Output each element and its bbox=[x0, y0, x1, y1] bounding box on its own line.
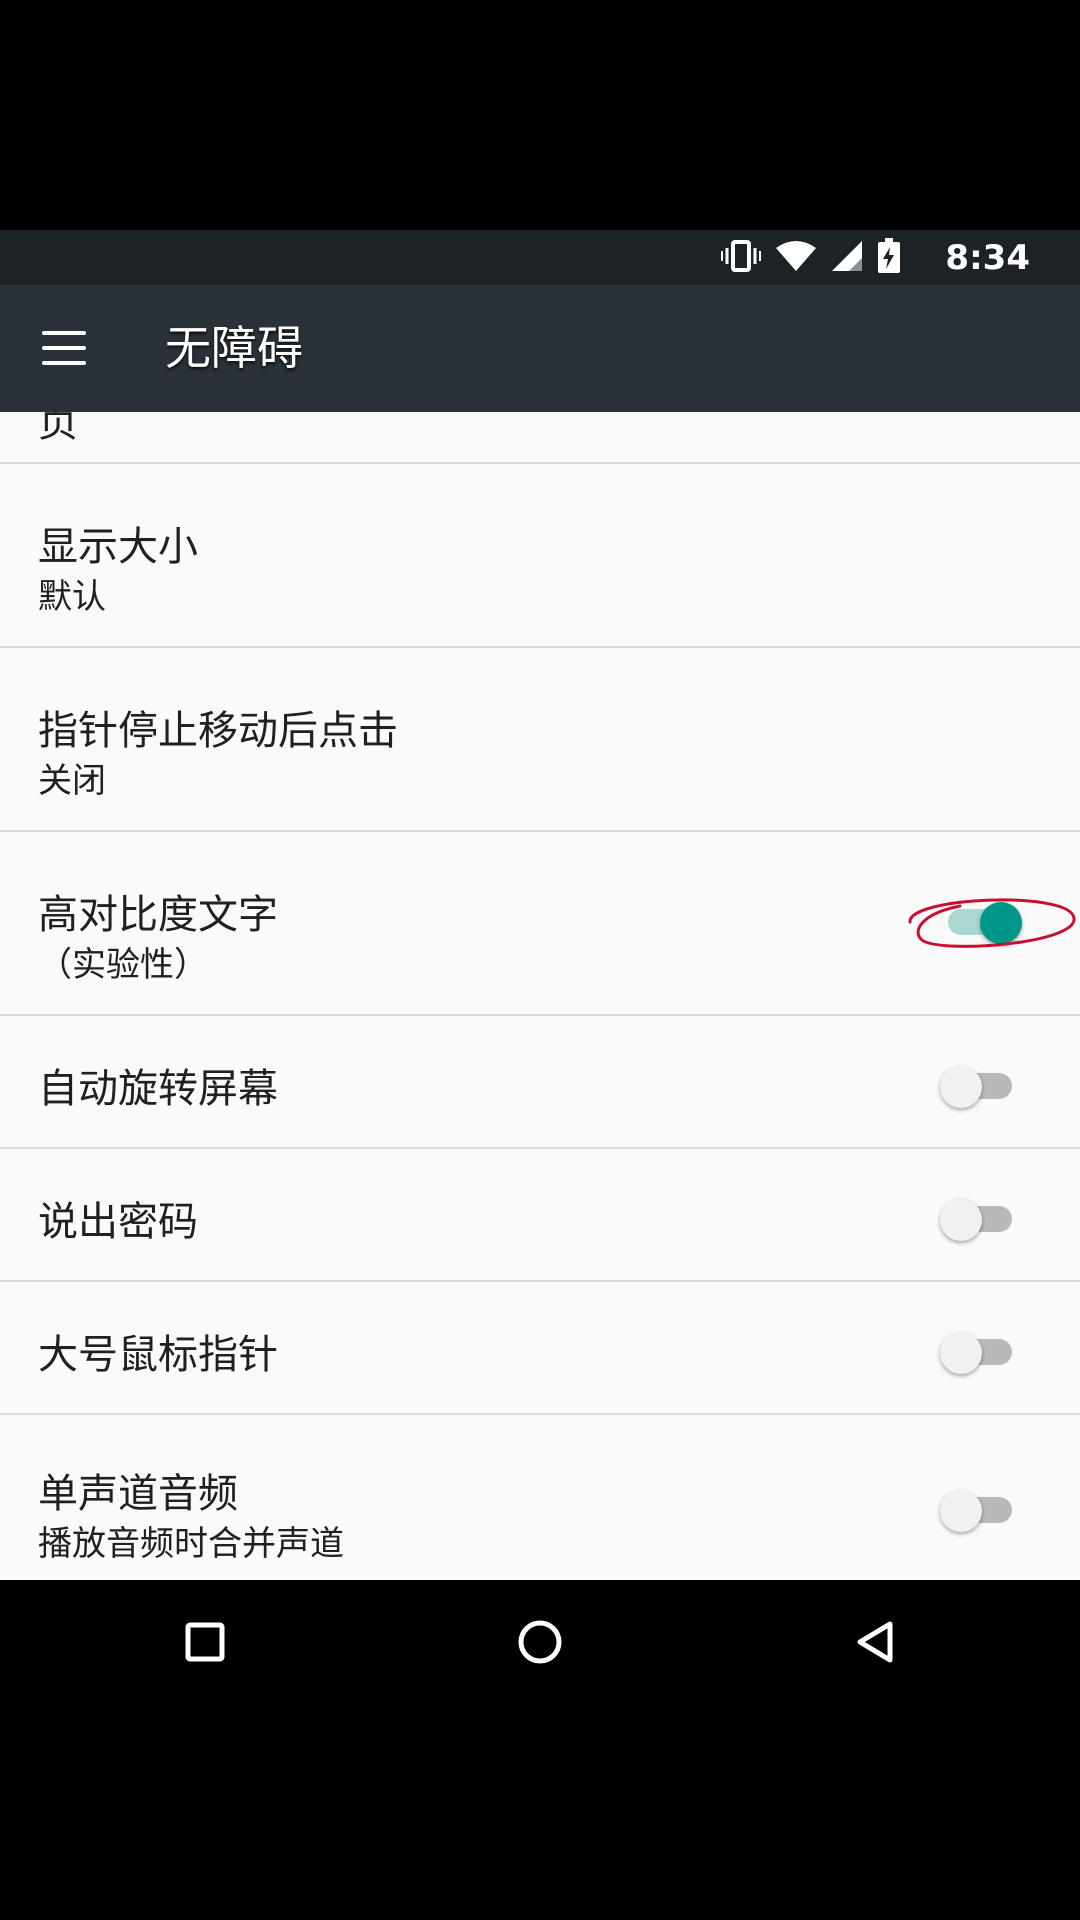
battery-charging-icon bbox=[877, 237, 901, 278]
auto-rotate-toggle[interactable] bbox=[940, 1056, 1020, 1108]
speak-passwords-toggle[interactable] bbox=[940, 1189, 1020, 1241]
setting-summary: （实验性） bbox=[38, 945, 208, 985]
setting-summary: 默认 bbox=[38, 577, 106, 617]
setting-mono-audio[interactable]: 单声道音频 播放音频时合并声道 bbox=[0, 1415, 1080, 1580]
setting-title: 自动旋转屏幕 bbox=[38, 1066, 278, 1112]
cell-signal-icon bbox=[831, 240, 863, 276]
app-bar: 无障碍 bbox=[0, 285, 1080, 412]
status-time: 8:34 bbox=[945, 237, 1030, 278]
setting-title: 显示大小 bbox=[38, 524, 198, 570]
home-icon[interactable] bbox=[510, 1612, 570, 1672]
settings-list[interactable]: 页 显示大小 默认 指针停止移动后点击 关闭 高对比度文字 （实验性） 自动旋转… bbox=[0, 412, 1080, 1580]
large-pointer-toggle[interactable] bbox=[940, 1322, 1020, 1374]
page-title: 无障碍 bbox=[165, 321, 303, 375]
recents-icon[interactable] bbox=[175, 1612, 235, 1672]
setting-display-size[interactable]: 显示大小 默认 bbox=[0, 464, 1080, 648]
setting-title: 单声道音频 bbox=[38, 1471, 238, 1517]
setting-title: 大号鼠标指针 bbox=[38, 1332, 278, 1378]
setting-summary: 播放音频时合并声道 bbox=[38, 1524, 344, 1564]
setting-dwell-click[interactable]: 指针停止移动后点击 关闭 bbox=[0, 648, 1080, 832]
list-item-partial: 页 bbox=[0, 412, 1080, 464]
back-icon[interactable] bbox=[845, 1612, 905, 1672]
navigation-bar bbox=[0, 1580, 1080, 1705]
setting-speak-passwords[interactable]: 说出密码 bbox=[0, 1149, 1080, 1282]
top-black-margin bbox=[0, 0, 1080, 230]
mono-audio-toggle[interactable] bbox=[940, 1480, 1020, 1532]
status-bar: 8:34 bbox=[0, 230, 1080, 285]
bottom-black-margin bbox=[0, 1705, 1080, 1920]
vibrate-icon bbox=[721, 239, 762, 277]
setting-title: 指针停止移动后点击 bbox=[38, 708, 398, 754]
menu-icon[interactable] bbox=[42, 331, 86, 365]
setting-title: 说出密码 bbox=[38, 1199, 198, 1245]
wifi-icon bbox=[775, 240, 817, 276]
high-contrast-text-toggle[interactable] bbox=[940, 892, 1022, 944]
setting-summary: 关闭 bbox=[38, 761, 106, 801]
setting-high-contrast-text[interactable]: 高对比度文字 （实验性） bbox=[0, 832, 1080, 1016]
setting-title: 高对比度文字 bbox=[38, 892, 278, 938]
setting-large-pointer[interactable]: 大号鼠标指针 bbox=[0, 1282, 1080, 1415]
setting-auto-rotate[interactable]: 自动旋转屏幕 bbox=[0, 1016, 1080, 1149]
